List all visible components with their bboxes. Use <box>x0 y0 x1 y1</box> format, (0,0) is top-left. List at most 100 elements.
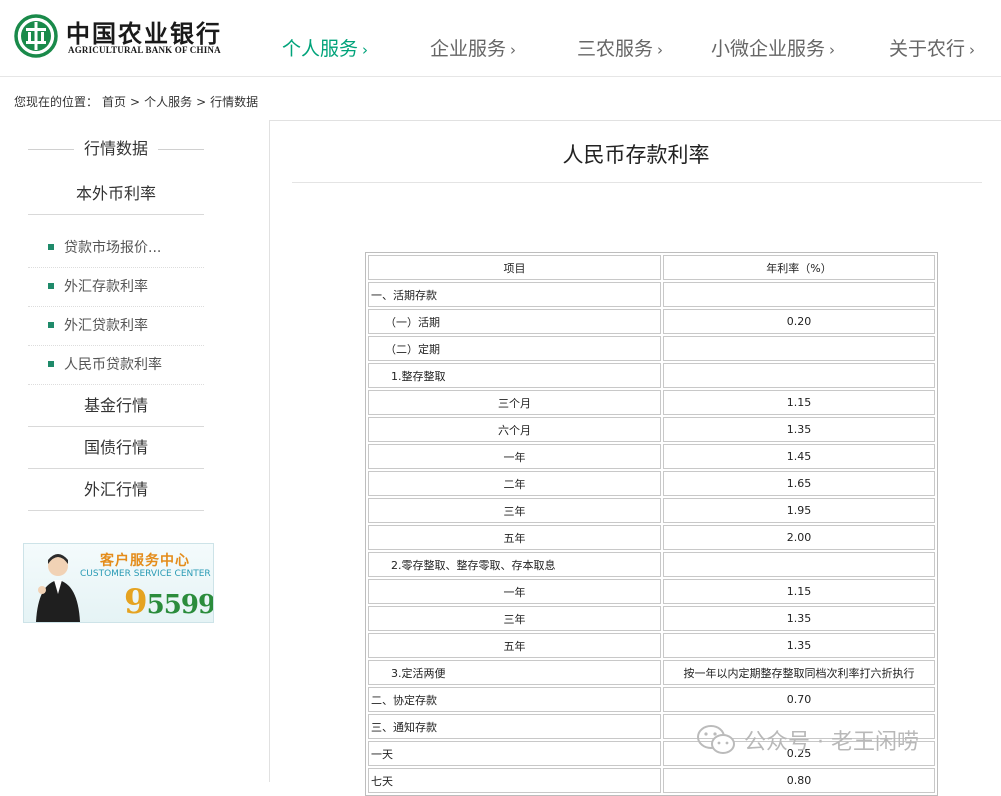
abc-logo-icon <box>14 14 58 58</box>
rate-value-cell <box>663 552 935 577</box>
rate-value-cell: 1.65 <box>663 471 935 496</box>
sidebar-subitem-label: 外汇贷款利率 <box>64 318 148 334</box>
rate-item-cell: 二、协定存款 <box>368 687 661 712</box>
service-agent-icon <box>36 554 80 622</box>
rate-value-cell: 1.15 <box>663 579 935 604</box>
table-row: 三年 1.95 <box>368 498 935 523</box>
sidebar-subitem-fx-deposit[interactable]: 外汇存款利率 <box>28 268 204 307</box>
sidebar-subitem-fx-loan[interactable]: 外汇贷款利率 <box>28 307 204 346</box>
nav-item-label: 个人服务 <box>282 38 359 60</box>
square-bullet-icon <box>48 283 54 289</box>
sidebar-subitem-label: 外汇存款利率 <box>64 279 148 295</box>
sidebar-title: 行情数据 <box>28 124 204 174</box>
rate-value-cell: 1.35 <box>663 633 935 658</box>
site-header: 中国农业银行 AGRICULTURAL BANK OF CHINA 个人服务 › 企… <box>0 0 1001 77</box>
rate-value-cell: 2.00 <box>663 525 935 550</box>
watermark-text: 公众号 · 老王闲唠 <box>744 730 919 755</box>
rate-item-cell: 2.零存整取、整存零取、存本取息 <box>368 552 661 577</box>
table-row: 六个月 1.35 <box>368 417 935 442</box>
nav-item-1[interactable]: 企业服务 › <box>430 34 516 61</box>
rate-item-cell: 三年 <box>368 498 661 523</box>
logo-english-name: AGRICULTURAL BANK OF CHINA <box>68 45 221 55</box>
nav-item-label: 三农服务 <box>577 38 654 60</box>
table-row: 二年 1.65 <box>368 471 935 496</box>
square-bullet-icon <box>48 322 54 328</box>
rate-value-cell <box>663 282 935 307</box>
sidebar-item-fx[interactable]: 外汇行情 <box>28 469 204 511</box>
rate-item-cell: 三、通知存款 <box>368 714 661 739</box>
hotline-rest-digits: 5599 <box>146 590 214 620</box>
rate-value-cell: 1.45 <box>663 444 935 469</box>
table-row: 一年 1.15 <box>368 579 935 604</box>
nav-item-0[interactable]: 个人服务 › <box>282 34 368 61</box>
breadcrumb-prefix: 您现在的位置： <box>14 95 99 109</box>
breadcrumb-separator: > <box>196 95 207 109</box>
service-hotline: 95599 <box>124 582 214 622</box>
rate-value-cell: 1.15 <box>663 390 935 415</box>
table-row: （一）活期 0.20 <box>368 309 935 334</box>
page-title: 人民币存款利率 <box>562 143 710 167</box>
breadcrumb-personal[interactable]: 个人服务 <box>144 95 192 109</box>
rate-item-cell: 三年 <box>368 606 661 631</box>
nav-item-label: 关于农行 <box>889 38 966 60</box>
rate-item-cell: 五年 <box>368 525 661 550</box>
nav-item-label: 企业服务 <box>430 38 507 60</box>
table-row: 五年 2.00 <box>368 525 935 550</box>
wechat-icon <box>697 725 735 754</box>
deposit-rate-table: 项目 年利率（%） 一、活期存款 （一）活期 0.20 （二）定期 1.整存整取 三个月 1… <box>365 252 938 796</box>
sidebar-subitem-label: 人民币贷款利率 <box>64 357 162 373</box>
breadcrumb-separator: > <box>130 95 141 109</box>
title-divider <box>292 182 982 183</box>
breadcrumb-home[interactable]: 首页 <box>102 95 126 109</box>
logo-chinese-name: 中国农业银行 <box>66 19 222 48</box>
breadcrumb-current[interactable]: 行情数据 <box>210 95 258 109</box>
rate-item-cell: 三个月 <box>368 390 661 415</box>
square-bullet-icon <box>48 361 54 367</box>
nav-item-3[interactable]: 小微企业服务 › <box>711 34 835 61</box>
sidebar: 行情数据 本外币利率 贷款市场报价... 外汇存款利率 外汇贷款利率 人民币贷款… <box>28 124 204 511</box>
customer-service-banner[interactable]: 客户服务中心 CUSTOMER SERVICE CENTER 95599 <box>23 543 214 623</box>
rate-item-cell: 六个月 <box>368 417 661 442</box>
sidebar-item-rates[interactable]: 本外币利率 <box>28 174 204 215</box>
sidebar-sub-list: 贷款市场报价... 外汇存款利率 外汇贷款利率 人民币贷款利率 <box>28 229 204 385</box>
rate-item-cell: 五年 <box>368 633 661 658</box>
service-center-subtitle: CUSTOMER SERVICE CENTER <box>80 569 211 579</box>
table-row: 三年 1.35 <box>368 606 935 631</box>
rate-value-cell: 1.35 <box>663 417 935 442</box>
square-bullet-icon <box>48 244 54 250</box>
chevron-right-icon: › <box>969 41 976 59</box>
rate-item-cell: 3.定活两便 <box>368 660 661 685</box>
rate-value-cell: 1.95 <box>663 498 935 523</box>
rate-value-cell: 0.20 <box>663 309 935 334</box>
rate-item-cell: 一年 <box>368 579 661 604</box>
table-row: 1.整存整取 <box>368 363 935 388</box>
abc-logo[interactable]: 中国农业银行 AGRICULTURAL BANK OF CHINA <box>14 12 244 60</box>
sidebar-subitem-label: 贷款市场报价... <box>64 240 162 256</box>
rate-item-cell: （二）定期 <box>368 336 661 361</box>
hotline-first-digit: 9 <box>124 582 148 622</box>
rate-value-cell <box>663 336 935 361</box>
sidebar-item-fund[interactable]: 基金行情 <box>28 385 204 427</box>
rate-value-cell: 0.70 <box>663 687 935 712</box>
chevron-right-icon: › <box>510 41 517 59</box>
rate-item-cell: 一天 <box>368 741 661 766</box>
rate-item-cell: （一）活期 <box>368 309 661 334</box>
chevron-right-icon: › <box>829 41 836 59</box>
rate-value-cell: 1.35 <box>663 606 935 631</box>
sidebar-subitem-lpr[interactable]: 贷款市场报价... <box>28 229 204 268</box>
table-row: 三个月 1.15 <box>368 390 935 415</box>
sidebar-item-bond[interactable]: 国债行情 <box>28 427 204 469</box>
rate-item-cell: 一、活期存款 <box>368 282 661 307</box>
chevron-right-icon: › <box>362 41 369 59</box>
column-header-rate: 年利率（%） <box>663 255 935 280</box>
sidebar-subitem-rmb-loan[interactable]: 人民币贷款利率 <box>28 346 204 385</box>
table-row: 二、协定存款 0.70 <box>368 687 935 712</box>
nav-item-2[interactable]: 三农服务 › <box>577 34 663 61</box>
table-header-row: 项目 年利率（%） <box>368 255 935 280</box>
rate-item-cell: 1.整存整取 <box>368 363 661 388</box>
service-center-title: 客户服务中心 <box>100 553 190 569</box>
rate-value-cell: 按一年以内定期整存整取同档次利率打六折执行 <box>663 660 935 685</box>
nav-item-4[interactable]: 关于农行 › <box>889 34 975 61</box>
table-row: 3.定活两便 按一年以内定期整存整取同档次利率打六折执行 <box>368 660 935 685</box>
rate-item-cell: 一年 <box>368 444 661 469</box>
